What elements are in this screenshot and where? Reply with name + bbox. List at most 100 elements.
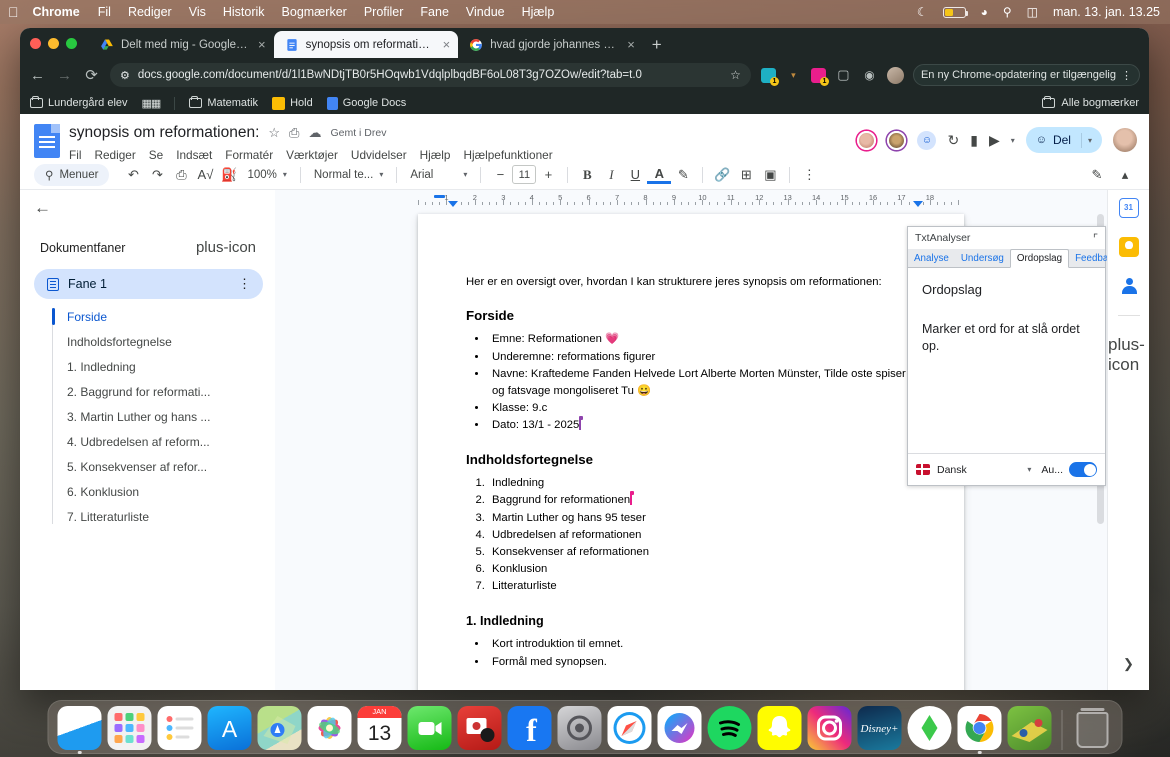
menu-search-button[interactable]: ⚲ Menuer <box>34 163 110 186</box>
menu-item-historik[interactable]: Historik <box>223 5 265 19</box>
menu-item-chrome[interactable]: Chrome <box>33 5 80 19</box>
auto-toggle[interactable] <box>1069 462 1097 477</box>
italic-button[interactable]: I <box>599 163 623 187</box>
redo-button[interactable]: ↷ <box>145 163 169 187</box>
wifi-icon[interactable]: ◕ <box>981 5 988 19</box>
outline-item-forside[interactable]: Forside <box>52 304 263 329</box>
menu-item-vis[interactable]: Vis <box>189 5 206 19</box>
outline-item-baggrund[interactable]: 2. Baggrund for reformati... <box>52 379 263 404</box>
docs-menu-formater[interactable]: Formatér <box>225 148 273 162</box>
docs-menu-rediger[interactable]: Rediger <box>94 148 135 162</box>
font-size-decrease-button[interactable]: − <box>488 163 512 187</box>
presence-icon[interactable]: ☺ <box>917 130 937 150</box>
sims-icon[interactable] <box>907 706 952 750</box>
docs-menu-fil[interactable]: Fil <box>69 148 81 162</box>
bookmark-hold[interactable]: Hold <box>272 96 313 110</box>
tab-feedback[interactable]: Feedback <box>1069 250 1107 267</box>
left-indent-marker[interactable] <box>434 195 445 198</box>
insert-link-button[interactable]: 🔗 <box>710 163 734 187</box>
maps-icon[interactable] <box>257 706 302 750</box>
font-size-input[interactable]: 11 <box>512 165 537 184</box>
spotlight-search-icon[interactable]: ⚲ <box>1003 5 1012 19</box>
reload-icon[interactable]: ⟳ <box>83 66 100 84</box>
google-contacts-icon[interactable] <box>1119 276 1139 296</box>
address-bar[interactable]: ⚙ docs.google.com/document/d/1l1BwNDtjTB… <box>110 63 751 87</box>
profile-avatar[interactable] <box>886 66 904 84</box>
account-avatar[interactable] <box>1113 128 1137 152</box>
browser-tab-docs[interactable]: synopsis om reformationen: × <box>273 31 459 58</box>
document-tab-fane-1[interactable]: Fane 1 ⋮ <box>34 269 263 299</box>
resize-corner-icon[interactable]: ⌝ <box>1093 232 1098 245</box>
add-comment-button[interactable]: ⊞ <box>734 163 758 187</box>
get-add-ons-button[interactable]: plus-icon <box>1108 335 1149 375</box>
docs-menu-indsaet[interactable]: Indsæt <box>176 148 212 162</box>
outline-item-indholdsfortegnelse[interactable]: Indholdsfortegnelse <box>52 329 263 354</box>
ruler[interactable]: 1 2 3 4 5 6 7 8 9 10 11 12 13 14 15 16 17 18 <box>275 190 1107 207</box>
txtanalyser-titlebar[interactable]: TxtAnalyser ⌝ <box>908 227 1105 249</box>
chevron-right-icon[interactable]: ❯ <box>1123 656 1134 672</box>
docs-menu-vaerktojer[interactable]: Værktøjer <box>286 148 338 162</box>
three-dots-vertical-icon[interactable]: ⋮ <box>238 276 251 292</box>
collaborator-avatar-2[interactable] <box>887 130 907 150</box>
launchpad-icon[interactable] <box>107 706 152 750</box>
extension-icon-1[interactable]: 1 <box>760 67 779 86</box>
arrow-left-icon[interactable]: ← <box>29 67 46 84</box>
spellcheck-button[interactable]: A√ <box>193 163 217 187</box>
docs-menu-se[interactable]: Se <box>149 148 163 162</box>
zoom-selector[interactable]: 100% ▾ <box>241 169 292 181</box>
control-center-icon[interactable]: ◫ <box>1027 5 1038 19</box>
menu-item-fane[interactable]: Fane <box>420 5 449 19</box>
chevron-down-icon[interactable]: ▾ <box>785 70 802 81</box>
window-minimize-button[interactable] <box>48 37 59 49</box>
first-line-indent-marker[interactable] <box>448 201 458 207</box>
bookmark-google-docs[interactable]: Google Docs <box>326 96 406 110</box>
game-icon[interactable] <box>1007 706 1052 750</box>
lens-icon[interactable]: ◉ <box>861 68 878 82</box>
menu-item-bogmaerker[interactable]: Bogmærker <box>282 5 347 19</box>
apple-logo-icon[interactable]:  <box>8 5 19 19</box>
photos-icon[interactable] <box>307 706 352 750</box>
right-indent-marker[interactable] <box>913 201 923 207</box>
font-size-increase-button[interactable]: + <box>536 163 560 187</box>
print-button[interactable]: ⎙ <box>169 163 193 187</box>
settings-icon[interactable] <box>557 706 602 750</box>
calendar-icon[interactable]: JAN 13 <box>357 706 402 750</box>
docs-menu-udvidelser[interactable]: Udvidelser <box>351 148 407 162</box>
spotify-icon[interactable] <box>707 706 752 750</box>
more-options-button[interactable]: ⋮ <box>797 163 821 187</box>
outline-item-udbredelsen[interactable]: 4. Udbredelsen af reform... <box>52 429 263 454</box>
three-dots-vertical-icon[interactable]: ⋮ <box>1121 69 1132 82</box>
menu-item-profiler[interactable]: Profiler <box>364 5 404 19</box>
star-outline-icon[interactable]: ☆ <box>730 68 741 82</box>
outline-item-martin-luther[interactable]: 3. Martin Luther og hans ... <box>52 404 263 429</box>
insert-image-button[interactable]: ▣ <box>758 163 782 187</box>
google-calendar-icon[interactable] <box>1118 198 1139 218</box>
bookmark-matematik[interactable]: Matematik <box>189 95 258 109</box>
extension-icon-2[interactable]: 1 <box>810 67 829 86</box>
menubar-clock[interactable]: man. 13. jan. 13.25 <box>1053 5 1160 19</box>
google-docs-logo-icon[interactable] <box>34 124 60 158</box>
outline-item-konklusion[interactable]: 6. Konklusion <box>52 479 263 504</box>
menu-item-fil[interactable]: Fil <box>98 5 111 19</box>
cloud-icon[interactable]: ☁ <box>308 125 321 141</box>
facetime-icon[interactable] <box>407 706 452 750</box>
docs-menu-hjaelp[interactable]: Hjælp <box>420 148 451 162</box>
disney-plus-icon[interactable]: Disney+ <box>857 706 902 750</box>
trash-icon[interactable] <box>1073 706 1113 750</box>
window-maximize-button[interactable] <box>66 37 77 49</box>
chevron-down-icon[interactable]: ▾ <box>1088 136 1092 145</box>
google-keep-icon[interactable] <box>1118 237 1139 257</box>
outline-item-indledning[interactable]: 1. Indledning <box>52 354 263 379</box>
tab-undersog[interactable]: Undersøg <box>955 250 1010 267</box>
bookmark-lundergaard-elev[interactable]: Lundergård elev <box>30 95 128 109</box>
google-meet-icon[interactable]: ▶ <box>989 132 1000 149</box>
outline-item-konsekvenser[interactable]: 5. Konsekvenser af refor... <box>52 454 263 479</box>
chevron-down-icon[interactable]: ▾ <box>1011 136 1015 145</box>
arrow-right-icon[interactable]: → <box>56 67 73 84</box>
browser-tab-drive[interactable]: Delt med mig - Google Drev × <box>89 31 274 58</box>
add-tab-button[interactable]: plus-icon <box>196 239 256 256</box>
text-color-button[interactable]: A <box>647 165 672 184</box>
close-icon[interactable]: × <box>627 37 635 52</box>
page-title[interactable]: synopsis om reformationen: <box>69 124 259 142</box>
collapse-toolbar-button[interactable]: ▴ <box>1113 163 1137 187</box>
